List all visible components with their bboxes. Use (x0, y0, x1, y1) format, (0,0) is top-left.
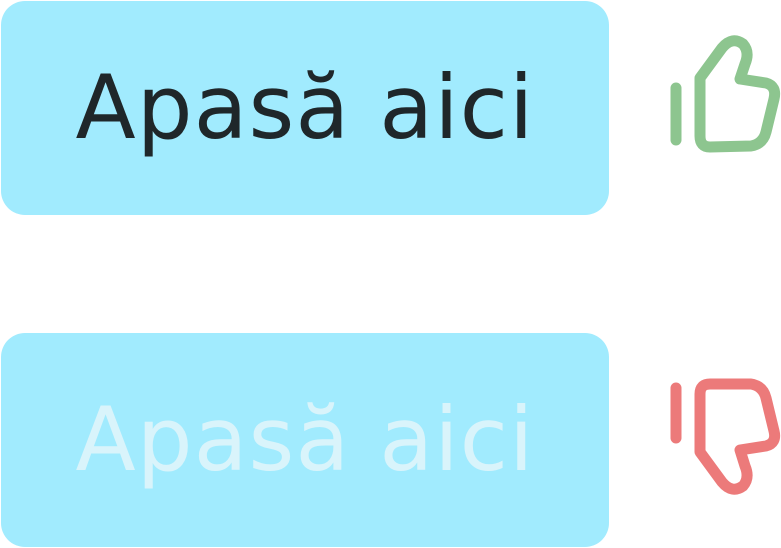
bad-contrast-button-label: Apasă aici (75, 388, 535, 491)
thumbs-up-icon (670, 35, 781, 153)
good-contrast-button-label: Apasă aici (75, 56, 535, 159)
bad-contrast-button[interactable]: Apasă aici (1, 333, 609, 547)
good-contrast-button[interactable]: Apasă aici (1, 1, 609, 215)
thumbs-down-icon (670, 378, 781, 495)
